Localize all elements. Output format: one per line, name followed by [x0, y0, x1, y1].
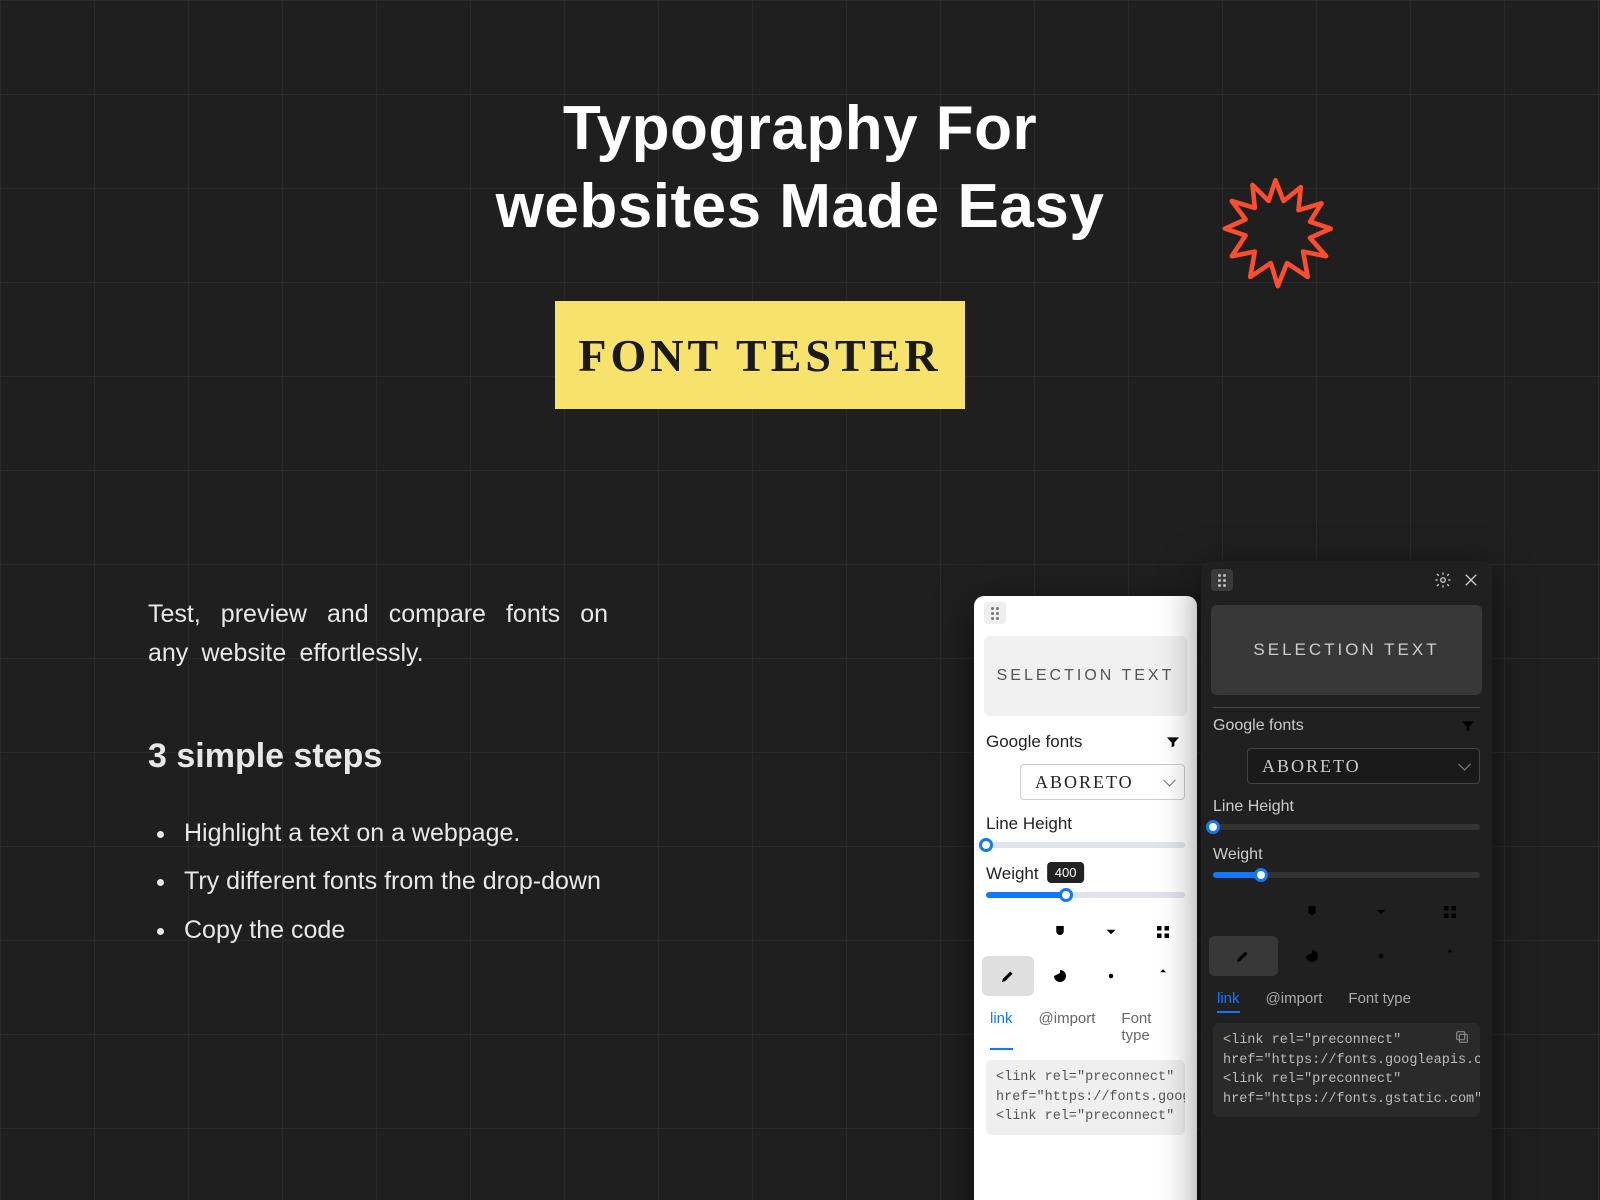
grid-icon[interactable]	[1415, 892, 1484, 932]
export-icon[interactable]	[1415, 936, 1484, 976]
underline-button[interactable]	[1278, 892, 1347, 932]
intro-paragraph: Test, preview and compare fonts on any w…	[148, 595, 608, 673]
selection-text-preview: SELECTION TEXT	[1211, 605, 1482, 695]
step-item: Highlight a text on a webpage.	[178, 812, 608, 855]
filter-icon[interactable]	[1161, 730, 1185, 754]
highlighter-icon[interactable]	[982, 956, 1034, 996]
selection-text-label: SELECTION TEXT	[1253, 640, 1439, 660]
marketing-copy: Test, preview and compare fonts on any w…	[148, 595, 608, 957]
underline-button[interactable]	[1034, 912, 1086, 952]
drag-handle-icon[interactable]	[984, 602, 1006, 624]
gear-icon[interactable]	[1432, 569, 1454, 591]
close-icon[interactable]	[1460, 569, 1482, 591]
logo-badge: FONT TESTER	[555, 301, 965, 409]
panel-titlebar[interactable]	[1201, 561, 1492, 599]
weight-label: Weight	[974, 858, 1197, 888]
selection-text-label: SELECTION TEXT	[997, 667, 1175, 685]
swap-icon[interactable]	[986, 770, 1010, 794]
tab-link[interactable]: link	[1217, 990, 1240, 1013]
grid-icon[interactable]	[1137, 912, 1189, 952]
output-tabs: link @import Font type	[1201, 984, 1492, 1013]
weight-slider[interactable]	[1213, 872, 1480, 878]
code-line: href="https://fonts.googleapis.com"	[1223, 1051, 1470, 1071]
italic-button[interactable]	[1209, 892, 1278, 932]
text-style-toolbar	[1201, 888, 1492, 984]
tab-import[interactable]: @import	[1039, 1010, 1096, 1050]
weight-label: Weight	[1201, 840, 1492, 868]
font-select-value: ABORETO	[1035, 772, 1134, 793]
code-output[interactable]: <link rel="preconnect" href="https://fon…	[986, 1060, 1185, 1135]
drag-handle-icon[interactable]	[1211, 569, 1233, 591]
steps-list: Highlight a text on a webpage. Try diffe…	[148, 812, 608, 952]
font-tester-panel-dark: SELECTION TEXT Google fonts ABORETO Line…	[1201, 561, 1492, 1200]
divider	[1213, 707, 1480, 708]
output-tabs: link @import Font type	[974, 1004, 1197, 1050]
chevron-down-icon[interactable]	[1086, 912, 1138, 952]
text-style-toolbar	[974, 908, 1197, 1004]
reset-icon[interactable]	[1278, 936, 1347, 976]
hero-title-line2: websites Made Easy	[0, 168, 1600, 246]
step-item: Try different fonts from the drop-down	[178, 860, 608, 903]
code-line: <link rel="preconnect"	[996, 1068, 1175, 1088]
steps-heading: 3 simple steps	[148, 737, 608, 776]
chevron-down-icon[interactable]	[1347, 892, 1416, 932]
hero-title: Typography For websites Made Easy	[0, 90, 1600, 245]
line-height-slider[interactable]	[1213, 824, 1480, 830]
font-select-value: ABORETO	[1262, 756, 1361, 777]
font-source-label: Google fonts	[1213, 717, 1304, 735]
starburst-icon	[1218, 178, 1333, 298]
code-output[interactable]: <link rel="preconnect" href="https://fon…	[1213, 1023, 1480, 1117]
font-source-label: Google fonts	[986, 732, 1082, 752]
target-icon[interactable]	[1347, 936, 1416, 976]
code-line: <link rel="preconnect"	[1223, 1070, 1470, 1090]
tab-import[interactable]: @import	[1266, 990, 1323, 1013]
italic-button[interactable]	[982, 912, 1034, 952]
export-icon[interactable]	[1137, 956, 1189, 996]
highlighter-icon[interactable]	[1209, 936, 1278, 976]
selection-text-preview: SELECTION TEXT	[984, 636, 1187, 716]
target-icon[interactable]	[1086, 956, 1138, 996]
tab-link[interactable]: link	[990, 1010, 1013, 1050]
step-item: Copy the code	[178, 909, 608, 952]
reset-icon[interactable]	[1034, 956, 1086, 996]
font-select[interactable]: ABORETO	[1247, 748, 1480, 784]
line-height-label: Line Height	[1201, 792, 1492, 820]
weight-slider[interactable]: 400	[986, 892, 1185, 898]
code-line: href="https://fonts.googleapis.co	[996, 1088, 1175, 1108]
tab-font-type[interactable]: Font type	[1121, 1010, 1181, 1050]
font-tester-panel-light: SELECTION TEXT Google fonts ABORETO Line…	[974, 596, 1197, 1200]
weight-value-tooltip: 400	[1047, 862, 1085, 883]
hero-title-line1: Typography For	[0, 90, 1600, 168]
code-line: <link rel="preconnect"	[1223, 1031, 1470, 1051]
logo-text: FONT TESTER	[578, 329, 941, 382]
swap-icon[interactable]	[1213, 754, 1237, 778]
line-height-slider[interactable]	[986, 842, 1185, 848]
font-select[interactable]: ABORETO	[1020, 764, 1185, 800]
line-height-label: Line Height	[974, 808, 1197, 838]
panel-titlebar[interactable]	[974, 596, 1197, 630]
code-line: href="https://fonts.gstatic.com"	[1223, 1090, 1470, 1110]
tab-font-type[interactable]: Font type	[1348, 990, 1411, 1013]
copy-icon[interactable]	[1454, 1029, 1474, 1049]
filter-icon[interactable]	[1456, 714, 1480, 738]
code-line: <link rel="preconnect"	[996, 1107, 1175, 1127]
